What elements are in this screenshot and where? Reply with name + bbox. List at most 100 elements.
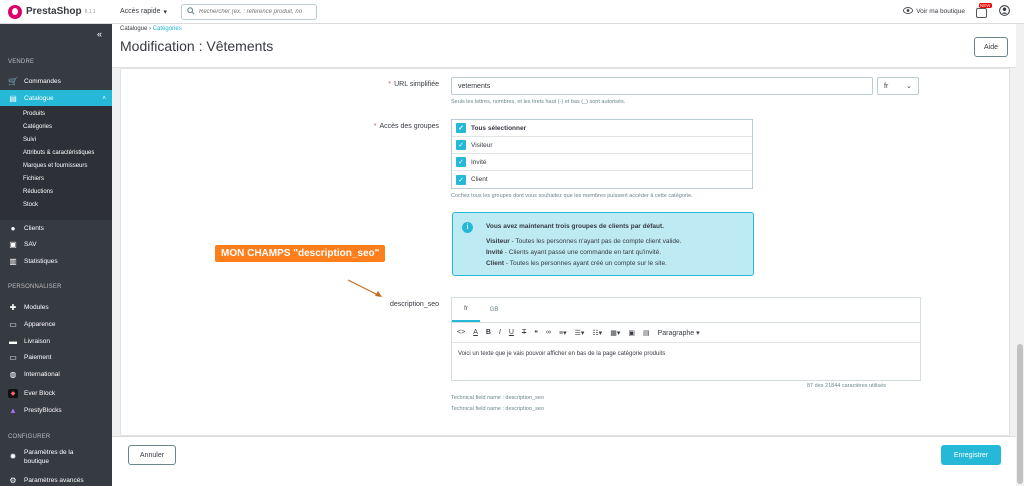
submenu-item-produits[interactable]: Produits (23, 111, 45, 117)
checkbox-checked-icon[interactable]: ✓ (456, 123, 466, 133)
sidebar-item-label: Paiement (24, 353, 52, 361)
search-box[interactable] (180, 3, 317, 20)
sidebar-item-label: International (24, 370, 60, 378)
sidebar-item-ever-block[interactable]: ◆ Ever Block (0, 385, 112, 401)
cancel-button[interactable]: Annuler (128, 445, 176, 465)
sidebar-item-parametres-boutique[interactable]: ✹ Paramètres de la boutique (0, 448, 112, 470)
sidebar-item-prestyblocks[interactable]: ▲ PrestyBlocks (0, 402, 112, 418)
submenu-item-reductions[interactable]: Réductions (23, 189, 53, 195)
submenu-item-categories[interactable]: Catégories (23, 124, 52, 130)
select-all-row[interactable]: ✓ Tous sélectionner (452, 120, 752, 137)
top-bar: PrestaShop 8.1.1 Accès rapide ▾ Voir ma … (0, 0, 1024, 24)
align-icon[interactable]: ≡▾ (559, 329, 567, 337)
editor-content[interactable]: Voici un texte que je vais pouvoir affic… (452, 343, 920, 365)
monitor-icon: ▭ (9, 319, 17, 329)
collapse-sidebar-icon[interactable]: « (97, 29, 102, 39)
groups-checklist: ✓ Tous sélectionner ✓ Visiteur ✓ Invité … (451, 119, 753, 189)
media-icon[interactable]: ▤ (643, 329, 650, 337)
submenu-item-fichiers[interactable]: Fichiers (23, 176, 44, 182)
annotation-callout: MON CHAMPS "description_seo" (215, 245, 386, 262)
editor-language-tabs: fr GB (452, 298, 920, 323)
description-seo-editor: fr GB <> A B I U T ❝ ∞ ≡▾ ☰▾ ☷▾ ▦▾ ▣ ▤ P… (451, 297, 921, 381)
section-title-personnaliser: PERSONNALISER (8, 284, 62, 290)
group-row-invite[interactable]: ✓ Invité (452, 154, 752, 171)
sidebar-item-label: Paramètres avancés (24, 476, 84, 484)
italic-icon[interactable]: I (499, 329, 501, 336)
notifications-button[interactable]: NEW (975, 2, 992, 19)
breadcrumb-catalogue[interactable]: Catalogue (120, 26, 147, 32)
checkbox-checked-icon[interactable]: ✓ (456, 140, 466, 150)
group-row-client[interactable]: ✓ Client (452, 171, 752, 188)
caret-down-icon: ▾ (163, 8, 167, 16)
sidebar-item-livraison[interactable]: ▬ Livraison (0, 333, 112, 349)
checkbox-checked-icon[interactable]: ✓ (456, 174, 466, 185)
sidebar-item-label: Statistiques (24, 257, 58, 265)
table-icon[interactable]: ▦▾ (610, 329, 620, 337)
sidebar-item-apparence[interactable]: ▭ Apparence (0, 316, 112, 332)
sidebar-item-clients[interactable]: ● Clients (0, 220, 112, 236)
globe-icon: ◍ (9, 369, 17, 379)
submenu-item-stock[interactable]: Stock (23, 202, 38, 208)
card-icon: ▭ (9, 352, 17, 362)
bullet-list-icon[interactable]: ☰▾ (575, 329, 585, 337)
info-icon: i (462, 222, 473, 233)
link-icon[interactable]: ∞ (546, 329, 551, 336)
numbered-list-icon[interactable]: ☷▾ (592, 329, 602, 337)
submenu-item-suivi[interactable]: Suivi (23, 137, 36, 143)
brand-name: PrestaShop (26, 6, 82, 17)
image-icon[interactable]: ▣ (628, 329, 635, 337)
strikethrough-icon[interactable]: T (522, 329, 526, 336)
quick-access-dropdown[interactable]: Accès rapide ▾ (120, 8, 167, 16)
sidebar-item-label: Clients (24, 224, 44, 232)
underline-icon[interactable]: U (509, 329, 514, 336)
form-footer: Annuler Enregistrer (112, 436, 1024, 486)
source-code-icon[interactable]: <> (457, 329, 465, 336)
save-button[interactable]: Enregistrer (941, 445, 1001, 465)
page-header: Catalogue › Catégories Modification : Vê… (112, 24, 1024, 68)
sidebar-item-sav[interactable]: ▣ SAV (0, 236, 112, 252)
tab-gb[interactable]: GB (480, 298, 508, 322)
sidebar-item-modules[interactable]: ✚ Modules (0, 299, 112, 315)
technical-field-name: Technical field name : description_seo (451, 406, 544, 412)
chat-icon: ▣ (9, 239, 17, 249)
sidebar-item-commandes[interactable]: 🛒 Commandes (0, 73, 112, 89)
tab-fr[interactable]: fr (452, 298, 480, 322)
scrollbar-thumb[interactable] (1017, 344, 1023, 484)
sidebar-item-international[interactable]: ◍ International (0, 366, 112, 382)
group-row-visiteur[interactable]: ✓ Visiteur (452, 137, 752, 154)
blockquote-icon[interactable]: ❝ (534, 329, 538, 337)
presty-icon: ▲ (9, 405, 17, 415)
brand-logo[interactable]: PrestaShop 8.1.1 (0, 0, 112, 24)
sidebar-item-statistiques[interactable]: ▥ Statistiques (0, 253, 112, 269)
help-button[interactable]: Aide (974, 37, 1008, 57)
bold-icon[interactable]: B (486, 329, 491, 336)
language-select[interactable]: fr ⌄ (877, 77, 919, 95)
view-shop-link[interactable]: Voir ma boutique (903, 7, 965, 16)
category-form-card: * URL simplifiée vetements fr ⌄ Seuls les… (120, 68, 1010, 436)
sidebar-item-paiement[interactable]: ▭ Paiement (0, 349, 112, 365)
stats-icon: ▥ (9, 256, 17, 266)
sidebar-item-label: Apparence (24, 320, 56, 328)
checkbox-checked-icon[interactable]: ✓ (456, 157, 466, 167)
paragraph-format-select[interactable]: Paragraphe ▾ (658, 329, 700, 337)
notification-badge: NEW (979, 2, 992, 8)
cart-icon: 🛒 (8, 76, 18, 86)
quick-access-label: Accès rapide (120, 8, 161, 15)
customer-icon: ● (10, 223, 16, 233)
search-icon (187, 6, 195, 17)
account-icon[interactable] (999, 5, 1010, 18)
search-input[interactable] (198, 8, 309, 15)
groups-field-label: * Accès des groupes (373, 123, 439, 130)
sidebar-item-parametres-avances[interactable]: ⚙ Paramètres avancés (0, 472, 112, 486)
technical-field-name: Technical field name : description_seo (451, 395, 544, 401)
sidebar-item-label: Paramètres de la boutique (24, 449, 74, 465)
page-scrollbar[interactable] (1016, 24, 1024, 486)
text-color-icon[interactable]: A (473, 329, 478, 336)
submenu-item-attributs[interactable]: Attributs & caractéristiques (23, 150, 94, 156)
page: PrestaShop 8.1.1 Accès rapide ▾ Voir ma … (0, 0, 1024, 486)
top-right-actions: Voir ma boutique NEW (903, 2, 1024, 19)
submenu-item-marques[interactable]: Marques et fournisseurs (23, 163, 87, 169)
sidebar-item-catalogue[interactable]: ▤ Catalogue ˄ (0, 90, 112, 106)
url-rewrite-input[interactable]: vetements (451, 77, 873, 95)
breadcrumb-categories[interactable]: Catégories (153, 26, 182, 32)
